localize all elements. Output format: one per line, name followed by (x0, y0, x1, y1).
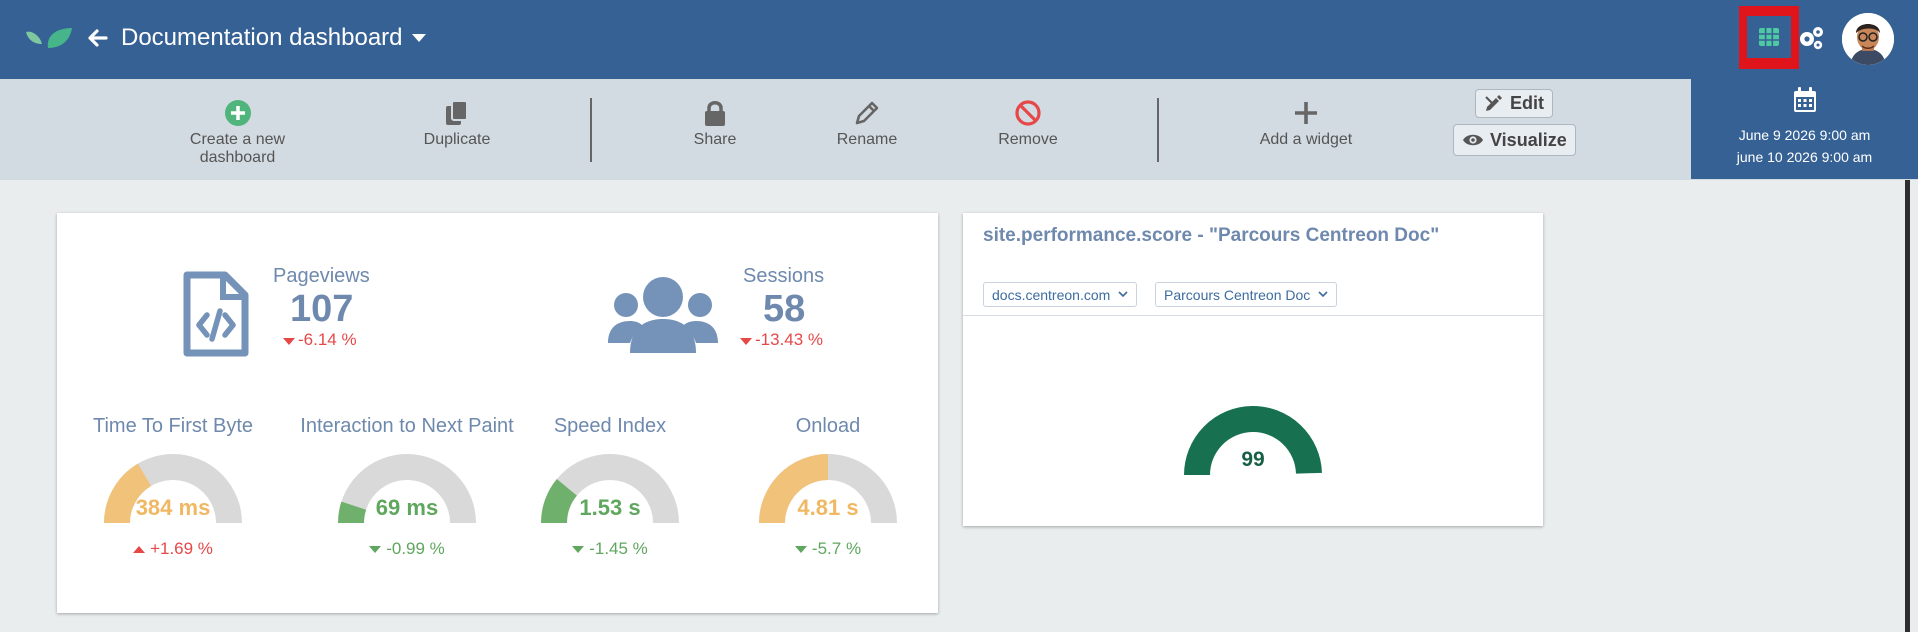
metric-delta-text: +1.69 % (150, 539, 213, 558)
calendar-icon (1794, 87, 1816, 112)
metric-title: Speed Index (553, 415, 667, 437)
remove-label: Remove (998, 131, 1058, 148)
leaf-logo-icon[interactable] (24, 24, 74, 52)
pencil-icon (855, 101, 879, 125)
metric-title: Time To First Byte (92, 415, 254, 437)
page-scrollbar[interactable] (1902, 180, 1918, 632)
journey-select-value: Parcours Centreon Doc (1164, 286, 1311, 303)
create-dashboard-label: Create a new dashboard (189, 131, 286, 166)
share-button[interactable]: Share (688, 99, 742, 149)
user-avatar[interactable] (1842, 13, 1894, 65)
remove-button[interactable]: Remove (996, 99, 1060, 149)
chevron-down-icon (1118, 291, 1128, 298)
site-select[interactable]: docs.centreon.com (983, 282, 1138, 307)
lock-icon (705, 101, 725, 126)
metric-value: 1.53 s (579, 495, 641, 520)
metric-delta-text: -0.99 % (386, 539, 445, 558)
metric-delta-text: -5.7 % (811, 539, 862, 558)
edit-button[interactable]: Edit (1475, 89, 1553, 118)
metric-value: 4.81 s (797, 495, 859, 520)
pageviews-delta: -6.14 % (298, 330, 357, 349)
dashboard-toolbar: Create a new dashboard Duplicate Share R… (0, 79, 1918, 180)
rename-label: Rename (836, 131, 898, 148)
create-dashboard-button[interactable]: Create a new dashboard (150, 99, 325, 167)
visualize-label: Visualize (1490, 129, 1567, 150)
metric-delta: -5.7 % (768, 539, 888, 559)
metric-title: Onload (795, 415, 861, 437)
top-navbar: Documentation dashboard (0, 0, 1918, 79)
caret-up-icon (133, 546, 146, 553)
eye-icon (1463, 134, 1483, 146)
plus-circle-icon (224, 100, 251, 126)
sessions-value: 58 (763, 288, 806, 330)
caret-down-icon (794, 546, 807, 553)
caret-down-icon (572, 546, 585, 553)
toolbar-divider (1157, 98, 1159, 162)
metric-title: Interaction to Next Paint (300, 415, 514, 437)
add-widget-button[interactable]: Add a widget (1258, 99, 1354, 149)
user-avatar-icon (1842, 13, 1894, 65)
pageviews-label: Pageviews (273, 265, 370, 287)
duplicate-button[interactable]: Duplicate (416, 99, 498, 149)
visualize-button[interactable]: Visualize (1453, 124, 1576, 156)
gears-icon[interactable] (1797, 25, 1825, 51)
metric-value: 69 ms (375, 495, 439, 520)
metric-delta: +1.69 % (113, 539, 233, 559)
toolbar-divider (590, 98, 592, 162)
metric-delta-text: -1.45 % (589, 539, 648, 558)
score-value: 99 (1241, 448, 1265, 471)
chevron-down-icon[interactable] (409, 31, 429, 45)
journey-select[interactable]: Parcours Centreon Doc (1155, 282, 1338, 307)
plus-icon (1295, 102, 1317, 124)
metric-delta: -1.45 % (550, 539, 670, 559)
date-range-panel[interactable]: June 9 2026 9:00 am june 10 2026 9:00 am (1691, 79, 1918, 179)
pageviews-value: 107 (290, 288, 354, 330)
date-range-end: june 10 2026 9:00 am (1736, 149, 1873, 165)
share-label: Share (693, 131, 737, 148)
dashboard-title[interactable]: Documentation dashboard (121, 24, 403, 52)
date-range-start: June 9 2026 9:00 am (1738, 127, 1871, 143)
sessions-label: Sessions (743, 265, 825, 287)
duplicate-label: Duplicate (423, 131, 491, 148)
performance-widget: site.performance.score - "Parcours Centr… (963, 213, 1543, 526)
ban-icon (1015, 100, 1041, 126)
analytics-card: Pageviews 107 -6.14 % Sessions 58 -13.43… (57, 213, 938, 613)
edit-icon (1485, 94, 1502, 111)
edit-label: Edit (1510, 93, 1544, 113)
arrow-left-icon[interactable] (86, 24, 108, 52)
caret-down-icon (740, 338, 752, 345)
users-icon (608, 277, 718, 353)
grid-view-button[interactable] (1739, 6, 1799, 69)
metric-delta: -0.99 % (347, 539, 467, 559)
caret-down-icon (369, 546, 382, 553)
chevron-down-icon (1318, 291, 1328, 298)
add-widget-label: Add a widget (1259, 131, 1353, 148)
sessions-delta: -13.43 % (755, 330, 824, 349)
metric-value: 384 ms (135, 495, 211, 520)
duplicate-icon (446, 100, 468, 125)
widget-divider (963, 315, 1543, 316)
grid-icon (1759, 28, 1779, 46)
rename-button[interactable]: Rename (835, 99, 899, 149)
site-select-value: docs.centreon.com (992, 286, 1111, 303)
widget-title: site.performance.score - "Parcours Centr… (983, 225, 1440, 246)
caret-down-icon (283, 338, 295, 345)
file-code-icon (183, 271, 249, 357)
